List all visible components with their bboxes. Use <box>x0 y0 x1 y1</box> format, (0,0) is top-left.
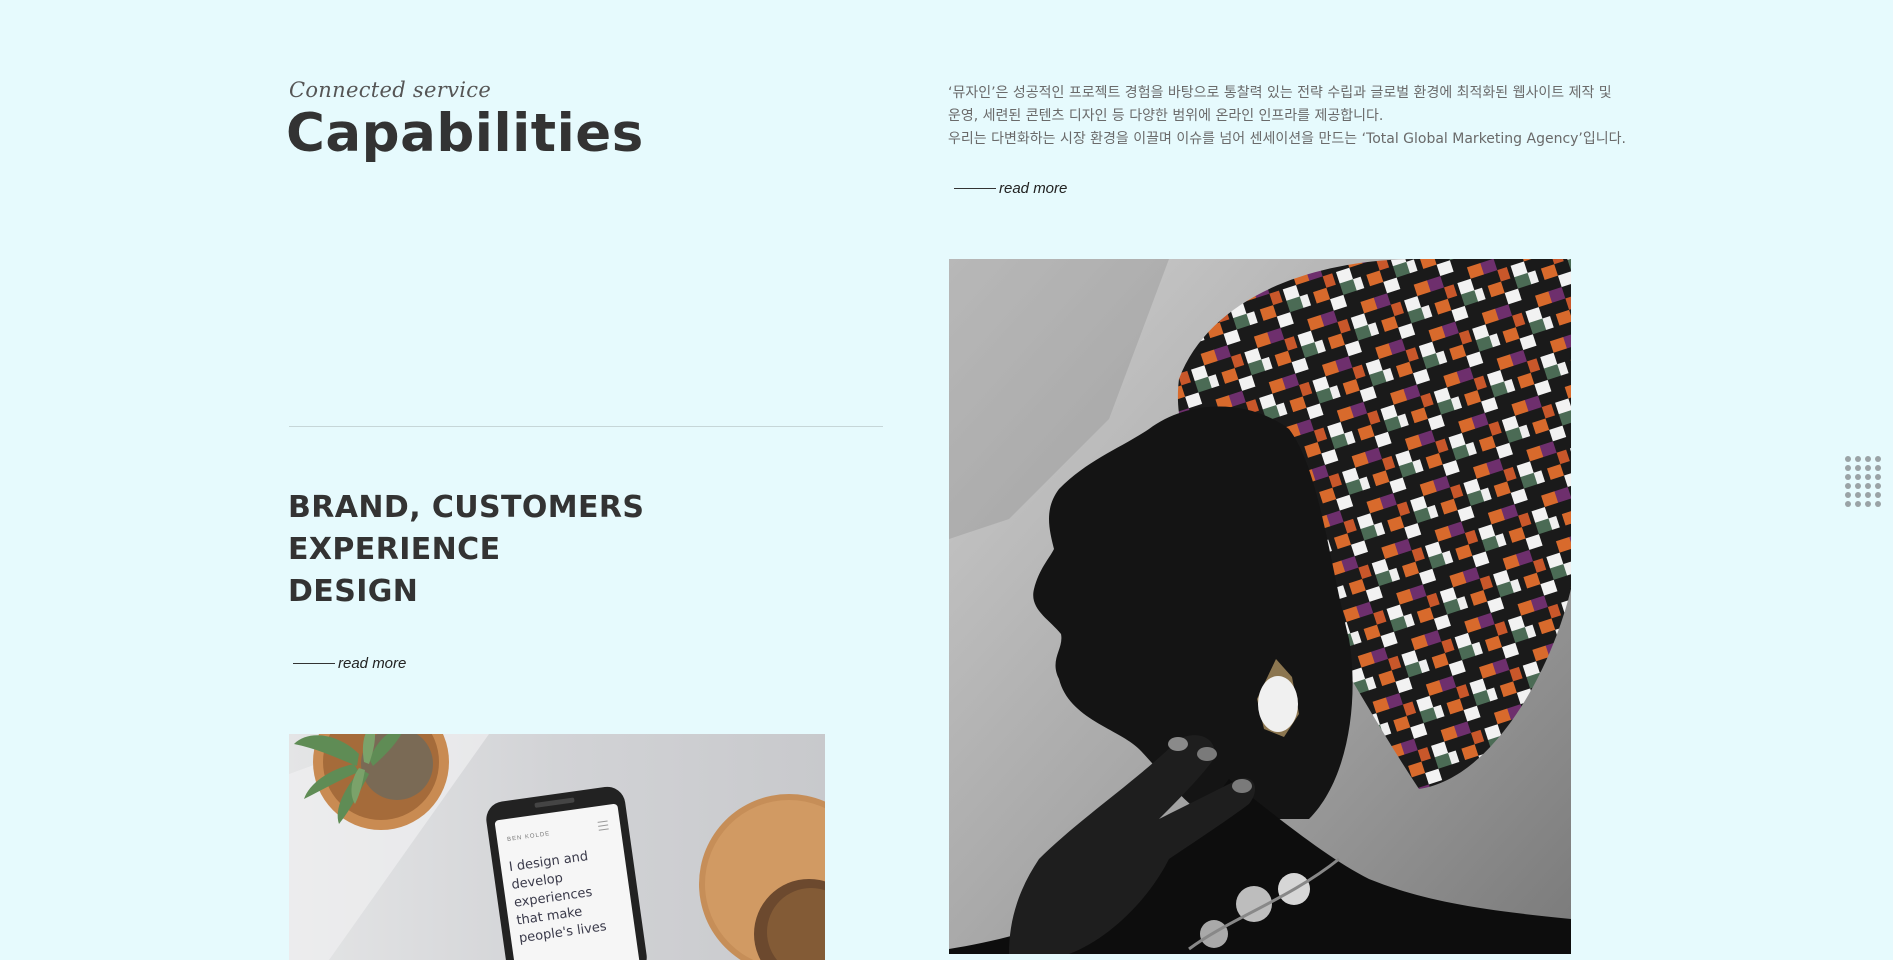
intro-read-more-link[interactable]: read more <box>954 180 1067 197</box>
grid-dot <box>1845 501 1851 507</box>
grid-dot <box>1845 492 1851 498</box>
page-title: Capabilities <box>286 103 644 164</box>
section-heading-line: BRAND, CUSTOMERS <box>288 490 645 525</box>
read-more-label: read more <box>338 655 407 672</box>
grid-dot <box>1855 501 1861 507</box>
read-more-label: read more <box>999 180 1068 197</box>
grid-dot <box>1855 492 1861 498</box>
grid-dot <box>1845 456 1851 462</box>
grid-dot <box>1875 483 1881 489</box>
grid-dot <box>1865 501 1871 507</box>
read-more-line <box>293 663 335 664</box>
intro-line: 운영, 세련된 콘텐츠 디자인 등 다양한 범위에 온라인 인프라를 제공합니다… <box>948 108 1384 124</box>
grid-dot <box>1875 492 1881 498</box>
grid-dot <box>1845 474 1851 480</box>
grid-dot <box>1845 483 1851 489</box>
grid-dot <box>1875 501 1881 507</box>
grid-dot <box>1855 465 1861 471</box>
portrait-illustration <box>949 259 1571 954</box>
section-heading: BRAND, CUSTOMERS EXPERIENCE DESIGN <box>288 487 644 613</box>
grid-dot <box>1865 456 1871 462</box>
grid-dot <box>1865 492 1871 498</box>
intro-line: ‘뮤자인’은 성공적인 프로젝트 경험을 바탕으로 통찰력 있는 전략 수립과 … <box>948 85 1612 101</box>
intro-paragraph: ‘뮤자인’은 성공적인 프로젝트 경험을 바탕으로 통찰력 있는 전략 수립과 … <box>948 82 1648 151</box>
section-divider <box>289 426 883 427</box>
section-eyebrow: Connected service <box>289 78 492 102</box>
grid-dot <box>1845 465 1851 471</box>
grid-dot <box>1865 465 1871 471</box>
grid-dot <box>1865 483 1871 489</box>
woman-headwrap-photo <box>949 259 1571 954</box>
desk-illustration: BEN KOLDE I design and develop experienc… <box>289 734 825 960</box>
grid-dot <box>1855 474 1861 480</box>
grid-dot <box>1875 456 1881 462</box>
grid-dot <box>1875 474 1881 480</box>
grid-dot <box>1855 456 1861 462</box>
phone-desk-photo: BEN KOLDE I design and develop experienc… <box>289 734 825 960</box>
grid-dot <box>1875 465 1881 471</box>
grid-menu-icon[interactable] <box>1845 456 1881 508</box>
read-more-line <box>954 188 996 189</box>
intro-line: 우리는 다변화하는 시장 환경을 이끌며 이슈를 넘어 센세이션을 만드는 ‘T… <box>948 131 1626 147</box>
grid-dot <box>1855 483 1861 489</box>
section-read-more-link[interactable]: read more <box>293 655 406 672</box>
section-heading-line: EXPERIENCE <box>288 532 501 567</box>
grid-dot <box>1865 474 1871 480</box>
section-heading-line: DESIGN <box>288 574 419 609</box>
